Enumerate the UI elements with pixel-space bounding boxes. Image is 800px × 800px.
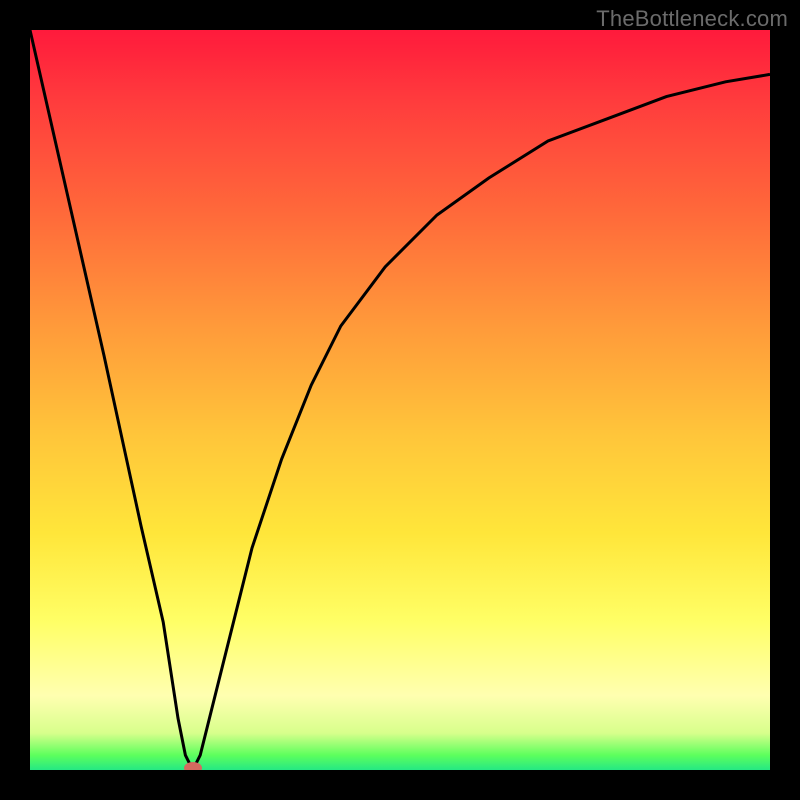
minimum-marker	[184, 762, 202, 770]
plot-area	[30, 30, 770, 770]
chart-frame: TheBottleneck.com	[0, 0, 800, 800]
curve-layer	[30, 30, 770, 770]
attribution-text: TheBottleneck.com	[596, 6, 788, 32]
bottleneck-curve	[30, 30, 770, 770]
